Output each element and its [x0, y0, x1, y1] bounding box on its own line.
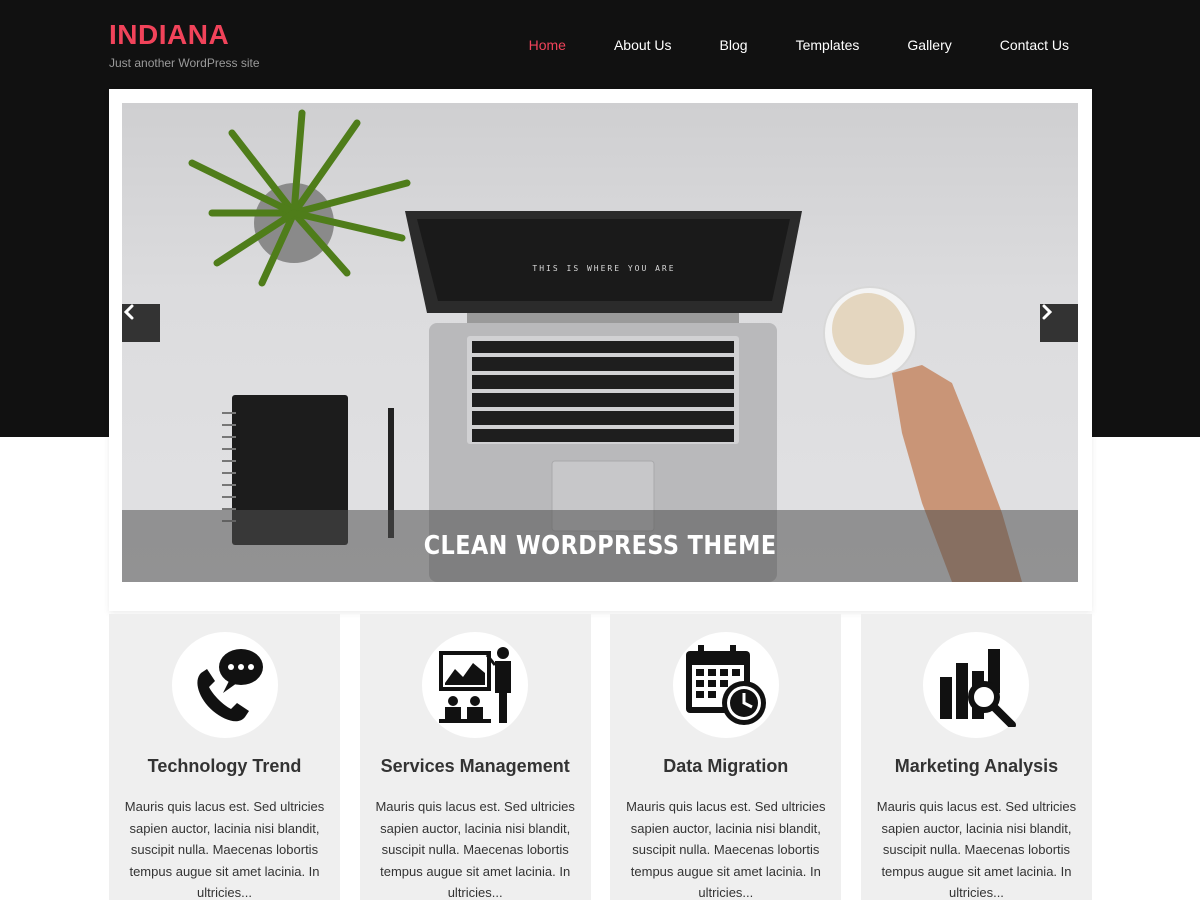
- nav-item-about-us[interactable]: About Us: [614, 37, 672, 53]
- hero-slider: THIS IS WHERE YOU ARE CLEAN WORDPRESS TH…: [109, 89, 1092, 611]
- feature-title[interactable]: Marketing Analysis: [861, 755, 1092, 777]
- presentation-icon: [439, 647, 512, 723]
- nav-item-blog[interactable]: Blog: [720, 37, 748, 53]
- feature-title[interactable]: Services Management: [360, 755, 591, 777]
- slide-caption: CLEAN WORDPRESS THEME: [423, 531, 777, 561]
- laptop-screen-text: THIS IS WHERE YOU ARE: [532, 264, 675, 273]
- feature-card: Data Migration Mauris quis lacus est. Se…: [610, 614, 842, 900]
- site-branding: INDIANA Just another WordPress site: [109, 18, 260, 70]
- features-section: Technology Trend Mauris quis lacus est. …: [109, 614, 1092, 900]
- feature-title[interactable]: Data Migration: [610, 755, 841, 777]
- feature-text: Mauris quis lacus est. Sed ultricies sap…: [124, 799, 325, 900]
- feature-icon-circle: [171, 632, 278, 738]
- chart-magnifier-icon: [940, 649, 1017, 727]
- feature-card: Services Management Mauris quis lacus es…: [359, 614, 591, 900]
- main-navigation: Home About Us Blog Templates Gallery Con…: [481, 37, 1069, 53]
- slide-image: THIS IS WHERE YOU ARE CLEAN WORDPRESS TH…: [122, 103, 1078, 582]
- feature-icon-circle: [923, 632, 1030, 738]
- coffee: [832, 293, 904, 365]
- feature-icon-circle: [422, 632, 529, 738]
- slider-prev-button[interactable]: [122, 304, 160, 342]
- laptop-hinge: [467, 313, 739, 323]
- feature-text: Mauris quis lacus est. Sed ultricies sap…: [626, 799, 826, 900]
- chevron-right-icon: [1042, 304, 1053, 320]
- feature-text: Mauris quis lacus est. Sed ultricies sap…: [375, 799, 575, 900]
- feature-card: Technology Trend Mauris quis lacus est. …: [109, 614, 340, 900]
- nav-item-contact-us[interactable]: Contact Us: [1000, 37, 1069, 53]
- site-tagline: Just another WordPress site: [109, 56, 260, 70]
- slide-caption-bar: CLEAN WORDPRESS THEME: [122, 510, 1078, 582]
- feature-title[interactable]: Technology Trend: [109, 755, 340, 777]
- phone-chat-icon: [196, 649, 263, 722]
- laptop-display: [417, 219, 790, 301]
- nav-item-gallery[interactable]: Gallery: [907, 37, 951, 53]
- slider-next-button[interactable]: [1040, 304, 1078, 342]
- nav-item-home[interactable]: Home: [529, 37, 566, 53]
- calendar-clock-icon: [685, 645, 766, 725]
- site-title[interactable]: INDIANA: [109, 18, 260, 52]
- nav-item-templates[interactable]: Templates: [796, 37, 860, 53]
- feature-icon-circle: [672, 632, 779, 738]
- chevron-left-icon: [123, 304, 134, 320]
- feature-text: Mauris quis lacus est. Sed ultricies sap…: [876, 799, 1077, 900]
- feature-card: Marketing Analysis Mauris quis lacus est…: [860, 614, 1092, 900]
